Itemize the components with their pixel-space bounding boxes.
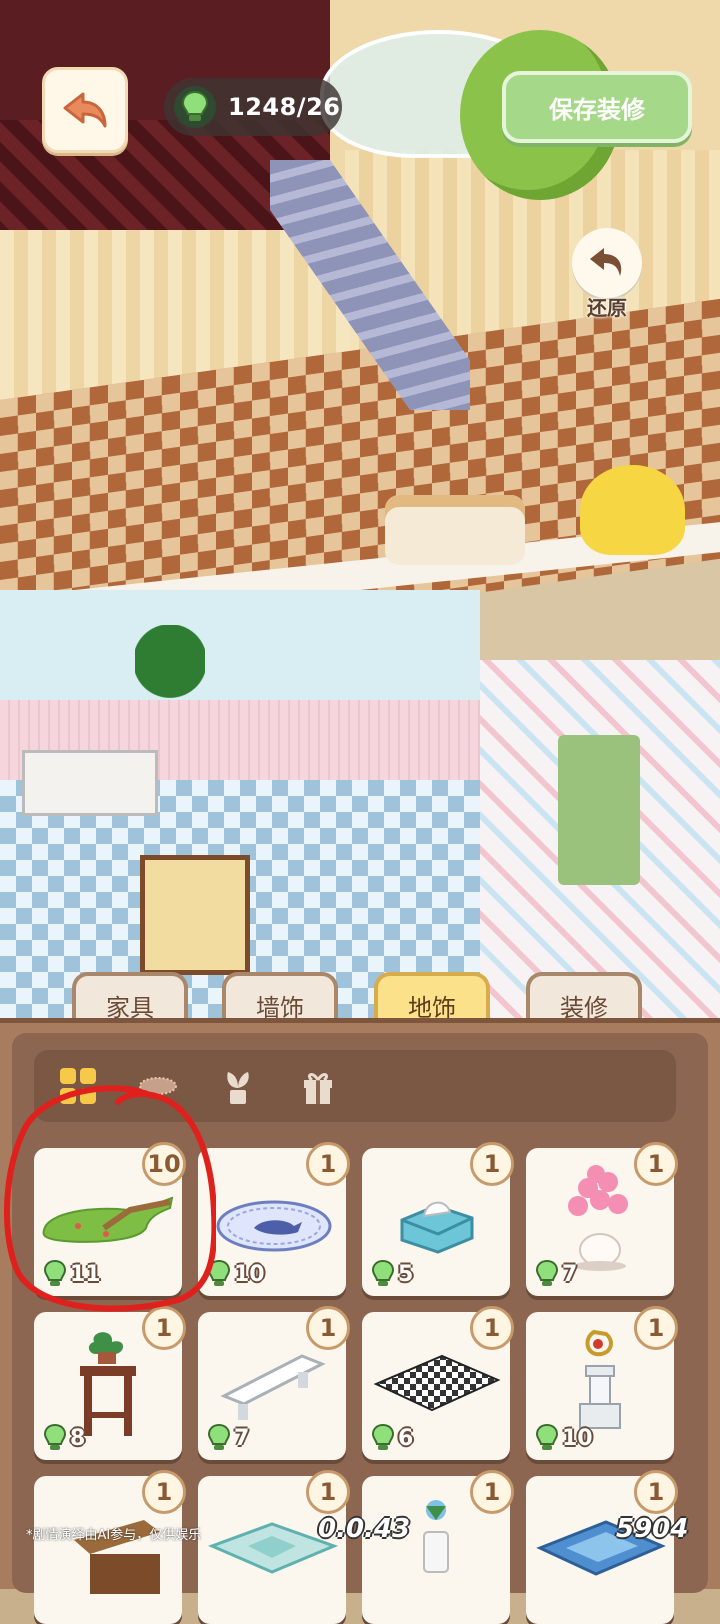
item-count-badge: 1 — [142, 1306, 186, 1350]
ai-disclaimer: *剧情演绎由AI参与，仅供娱乐 — [26, 1528, 202, 1543]
desk[interactable] — [22, 750, 158, 816]
lightbulb-icon — [207, 1424, 231, 1450]
item-card-pink-flower-vase[interactable]: 1 7 — [526, 1142, 678, 1296]
item-price: 7 — [534, 1260, 577, 1288]
fridge[interactable] — [558, 735, 640, 885]
subcat-rug[interactable] — [138, 1066, 178, 1106]
subcat-gift[interactable] — [298, 1066, 338, 1106]
subcat-plant[interactable] — [218, 1066, 258, 1106]
gift-icon — [304, 1073, 332, 1104]
lightbulb-icon — [371, 1424, 395, 1450]
item-price: 10 — [534, 1424, 593, 1452]
item-price-value: 7 — [234, 1425, 250, 1451]
plant-icon — [227, 1072, 249, 1104]
bookshelf[interactable] — [140, 855, 250, 975]
item-card-trophy-pedestal[interactable]: 1 10 — [526, 1306, 678, 1460]
item-count-badge: 1 — [306, 1470, 350, 1514]
item-count-badge: 1 — [470, 1306, 514, 1350]
back-button[interactable] — [42, 67, 128, 153]
item-price-value: 7 — [562, 1261, 578, 1287]
item-card-teal-ornate-rug[interactable]: 1 — [198, 1470, 350, 1624]
item-card-wooden-cabinet[interactable]: 1 — [34, 1470, 186, 1624]
lightbulb-icon — [535, 1424, 559, 1450]
item-price-value: 10 — [234, 1261, 265, 1287]
item-card-checkered-rug[interactable]: 1 6 — [362, 1306, 514, 1460]
item-price-value: 11 — [70, 1261, 101, 1287]
subcat-all[interactable] — [58, 1066, 98, 1106]
energy-counter: 1248/26 — [164, 78, 342, 136]
restore-icon-wrap[interactable] — [572, 228, 642, 298]
potted-plant[interactable] — [135, 625, 205, 745]
item-price: 7 — [206, 1424, 249, 1452]
back-arrow-icon — [63, 92, 107, 128]
restore-label: 还原 — [587, 296, 627, 320]
user-code: 5904 — [616, 1514, 689, 1544]
item-price-value: 8 — [70, 1425, 86, 1451]
undo-arrow-icon — [590, 248, 622, 276]
item-count-badge: 1 — [470, 1142, 514, 1186]
item-count-badge: 10 — [142, 1142, 186, 1186]
item-price: 11 — [42, 1260, 101, 1288]
restore-button[interactable]: 还原 — [572, 228, 642, 321]
lightbulb-icon — [371, 1260, 395, 1286]
item-card-green-leaf-rug[interactable]: 10 11 — [34, 1142, 186, 1296]
item-card-tissue-box[interactable]: 1 5 — [362, 1142, 514, 1296]
item-count-badge: 1 — [142, 1470, 186, 1514]
item-card-flower-pot-white[interactable]: 1 — [362, 1470, 514, 1624]
item-count-badge: 1 — [470, 1470, 514, 1514]
item-count-badge: 1 — [634, 1306, 678, 1350]
sofa[interactable] — [385, 495, 525, 565]
item-price-value: 10 — [562, 1425, 593, 1451]
lightbulb-icon — [43, 1424, 67, 1450]
item-count-badge: 1 — [634, 1142, 678, 1186]
version-number: 0.0.43 — [318, 1514, 411, 1544]
item-price: 8 — [42, 1424, 85, 1452]
item-price-value: 5 — [398, 1261, 414, 1287]
item-price: 10 — [206, 1260, 265, 1288]
lightbulb-icon — [207, 1260, 231, 1286]
lightbulb-icon — [174, 86, 216, 128]
item-count-badge: 1 — [306, 1306, 350, 1350]
item-card-blue-pattern-rug[interactable]: 1 — [526, 1470, 678, 1624]
item-price-value: 6 — [398, 1425, 414, 1451]
item-card-blue-oval-rug[interactable]: 1 10 — [198, 1142, 350, 1296]
save-decoration-button[interactable]: 保存装修 — [502, 71, 692, 143]
item-count-badge: 1 — [306, 1142, 350, 1186]
lightbulb-icon — [535, 1260, 559, 1286]
energy-value: 1248/26 — [228, 93, 341, 121]
item-card-plant-stand[interactable]: 1 8 — [34, 1306, 186, 1460]
item-count-badge: 1 — [634, 1470, 678, 1514]
cat-armchair[interactable] — [580, 465, 685, 555]
item-price: 5 — [370, 1260, 413, 1288]
grid-all-icon — [60, 1068, 96, 1104]
lightbulb-icon — [43, 1260, 67, 1286]
item-price: 6 — [370, 1424, 413, 1452]
rug-icon — [139, 1077, 177, 1095]
house-scene[interactable] — [0, 0, 720, 1040]
subcategory-bar — [34, 1050, 676, 1122]
item-card-white-bench[interactable]: 1 7 — [198, 1306, 350, 1460]
